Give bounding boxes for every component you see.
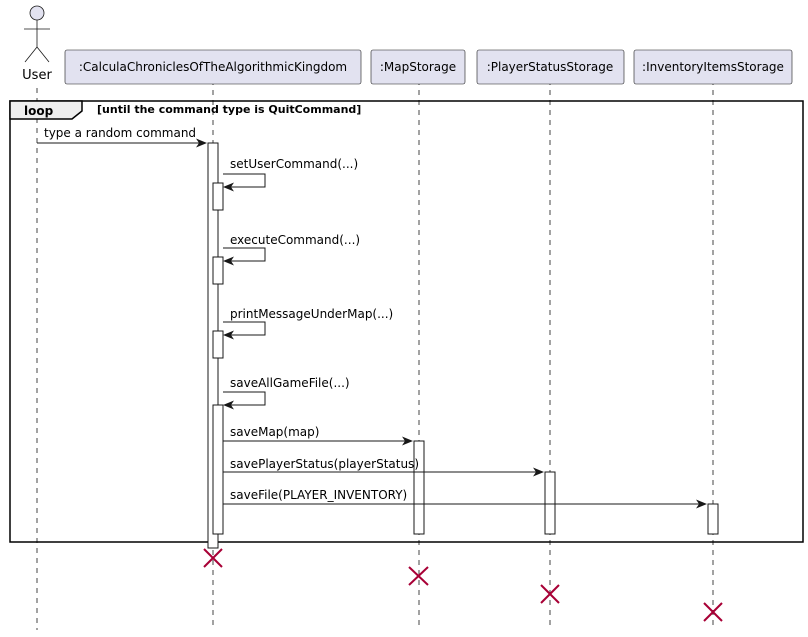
loop-label: loop — [24, 104, 54, 118]
participant-playerstatus: :PlayerStatusStorage — [476, 49, 625, 85]
message-label: executeCommand(...) — [230, 233, 360, 247]
self-activation-executecommand — [212, 256, 224, 285]
message-type-random-command: type a random command — [37, 126, 207, 148]
actor-head-icon — [29, 5, 45, 21]
message-printmessageundermap: printMessageUnderMap(...) — [223, 307, 393, 340]
participant-mapstorage: :MapStorage — [370, 49, 466, 85]
participant-mapstorage-label: :MapStorage — [380, 60, 456, 74]
message-saveallgamefile: saveAllGameFile(...) — [223, 376, 350, 410]
message-label: setUserCommand(...) — [230, 157, 358, 171]
message-label: printMessageUnderMap(...) — [230, 307, 393, 321]
message-label: saveAllGameFile(...) — [230, 376, 350, 390]
message-saveplayerstatus: savePlayerStatus(playerStatus) — [223, 457, 544, 477]
message-label: type a random command — [44, 126, 196, 140]
participant-main: :CalculaChroniclesOfTheAlgorithmicKingdo… — [64, 49, 362, 85]
actor-label: User — [22, 68, 52, 83]
message-savefile: saveFile(PLAYER_INVENTORY) — [223, 488, 707, 509]
message-label: savePlayerStatus(playerStatus) — [230, 457, 419, 471]
message-savemap: saveMap(map) — [223, 425, 413, 446]
sequence-diagram: User :CalculaChroniclesOfTheAlgorithmicK… — [9, 5, 804, 630]
participant-main-label: :CalculaChroniclesOfTheAlgorithmicKingdo… — [79, 60, 347, 74]
destroy-x-icon — [408, 566, 429, 586]
participant-playerstatus-label: :PlayerStatusStorage — [487, 60, 614, 74]
participant-inventory-label: :InventoryItemsStorage — [642, 60, 784, 74]
message-label: saveFile(PLAYER_INVENTORY) — [230, 488, 407, 502]
self-activation-printmessage — [212, 330, 224, 359]
playerstatus-activation-bar — [544, 471, 556, 535]
loop-frame: loop [until the command type is QuitComm… — [9, 100, 804, 543]
self-activation-setusercommand — [212, 182, 224, 211]
user-actor: User — [22, 5, 52, 83]
destroy-x-icon — [703, 602, 723, 622]
mapstorage-activation-bar — [413, 440, 425, 535]
message-setusercommand: setUserCommand(...) — [223, 157, 358, 192]
loop-guard: [until the command type is QuitCommand] — [97, 103, 361, 116]
inventory-activation-bar — [707, 503, 719, 535]
message-executecommand: executeCommand(...) — [223, 233, 360, 266]
participant-inventory: :InventoryItemsStorage — [633, 49, 793, 85]
message-label: saveMap(map) — [230, 425, 319, 439]
self-activation-saveallgamefile — [212, 404, 224, 535]
